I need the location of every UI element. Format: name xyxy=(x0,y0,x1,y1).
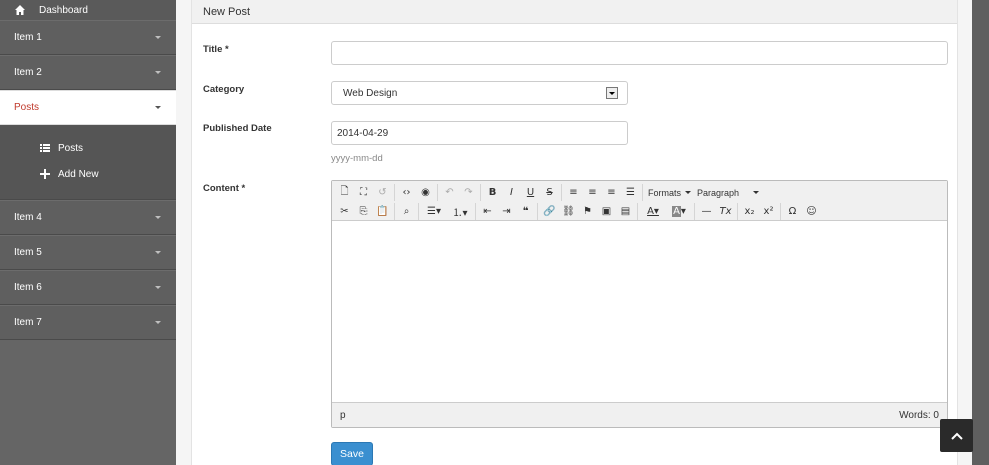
copy-icon[interactable]: ⎘ xyxy=(354,203,373,220)
sidebar-background xyxy=(0,340,176,465)
preview-icon[interactable]: ◉ xyxy=(416,184,435,201)
sidebar-item-item-4[interactable]: Item 4 xyxy=(0,200,176,235)
new-document-icon[interactable]: 🗋 xyxy=(335,184,354,201)
anchor-icon[interactable]: ⚑ xyxy=(578,203,597,220)
submenu-item-posts[interactable]: Posts xyxy=(0,135,176,161)
image-icon[interactable]: ▣ xyxy=(597,203,616,220)
dropdown-arrow-icon[interactable] xyxy=(606,87,618,99)
chevron-down-icon xyxy=(155,251,161,254)
unlink-icon[interactable]: ⛓ xyxy=(559,203,578,220)
back-to-top-button[interactable] xyxy=(940,419,973,452)
chevron-down-icon xyxy=(753,191,760,194)
chevron-up-icon xyxy=(950,432,963,440)
paragraph-label: Paragraph xyxy=(697,187,740,198)
category-select[interactable]: Web Design xyxy=(331,81,628,105)
plus-icon xyxy=(40,169,50,179)
background-color-icon[interactable]: A ▾ xyxy=(666,203,692,220)
editor-content-area[interactable] xyxy=(332,221,947,401)
sidebar-item-label: Posts xyxy=(14,102,40,113)
element-path[interactable]: p xyxy=(340,410,346,421)
chevron-down-icon xyxy=(155,321,161,324)
sidebar-item-posts[interactable]: Posts xyxy=(0,90,176,125)
posts-submenu: Posts Add New xyxy=(0,125,176,200)
fullscreen-icon[interactable]: ⛶ xyxy=(354,184,373,201)
published-date-label: Published Date xyxy=(203,123,272,134)
strikethrough-icon[interactable]: S xyxy=(540,184,559,201)
source-code-icon[interactable]: ‹› xyxy=(397,184,416,201)
paste-icon[interactable]: 📋 xyxy=(373,203,392,220)
panel-header: New Post xyxy=(192,0,957,24)
undo-icon[interactable]: ↶ xyxy=(440,184,459,201)
restore-draft-icon[interactable]: ↺ xyxy=(373,184,392,201)
editor-statusbar: p Words: 0 xyxy=(332,402,947,427)
category-selected-value: Web Design xyxy=(343,87,398,99)
sidebar-item-item-5[interactable]: Item 5 xyxy=(0,235,176,270)
published-date-input[interactable]: 2014-04-29 xyxy=(331,121,628,145)
submenu-item-label: Add New xyxy=(58,168,99,180)
sidebar-item-label: Item 6 xyxy=(14,282,42,293)
bullet-list-icon[interactable]: ☰▾ xyxy=(421,203,447,220)
word-count: Words: 0 xyxy=(899,409,939,421)
chevron-down-icon xyxy=(685,191,692,194)
category-label: Category xyxy=(203,84,245,95)
clear-formatting-icon[interactable]: Tx xyxy=(716,203,735,220)
home-icon xyxy=(15,5,25,15)
bold-icon[interactable]: B xyxy=(483,184,502,201)
cut-icon[interactable]: ✂ xyxy=(335,203,354,220)
panel-title: New Post xyxy=(203,5,251,18)
italic-icon[interactable]: I xyxy=(502,184,521,201)
sidebar-item-dashboard[interactable]: Dashboard xyxy=(0,0,176,20)
find-replace-icon[interactable]: ⌕ xyxy=(397,203,416,220)
sidebar-item-item-1[interactable]: Item 1 xyxy=(0,20,176,55)
chevron-down-icon xyxy=(155,216,161,219)
align-center-icon[interactable]: ≡ xyxy=(583,184,602,201)
new-post-panel: New Post Title * Category Web Design Pub… xyxy=(191,0,958,465)
page-scroll-gutter xyxy=(972,0,989,465)
sidebar-item-label: Item 1 xyxy=(14,32,42,43)
numbered-list-icon[interactable]: ⒈▾ xyxy=(447,203,473,220)
list-icon xyxy=(40,143,50,153)
sidebar-item-label: Item 2 xyxy=(14,67,42,78)
special-character-icon[interactable]: Ω xyxy=(783,203,802,220)
sidebar-item-item-7[interactable]: Item 7 xyxy=(0,305,176,340)
sidebar-item-label: Item 5 xyxy=(14,247,42,258)
sidebar-item-item-2[interactable]: Item 2 xyxy=(0,55,176,90)
align-left-icon[interactable]: ≡ xyxy=(564,184,583,201)
sidebar: Dashboard Item 1 Item 2 Posts Posts Add … xyxy=(0,0,176,465)
blockquote-icon[interactable]: ❝ xyxy=(516,203,535,220)
save-button[interactable]: Save xyxy=(331,442,373,465)
sidebar-item-item-6[interactable]: Item 6 xyxy=(0,270,176,305)
title-label: Title * xyxy=(203,44,229,55)
chevron-down-icon xyxy=(155,71,161,74)
title-input[interactable] xyxy=(331,41,948,65)
editor-toolbar: 🗋 ⛶ ↺ ‹› ◉ ↶ ↷ B I U S ≡ ≡ ≡ ☰ Formats P… xyxy=(332,181,947,221)
sidebar-item-label: Dashboard xyxy=(39,4,88,16)
formats-label: Formats xyxy=(648,187,682,198)
formats-dropdown[interactable]: Formats xyxy=(645,184,694,201)
subscript-icon[interactable]: x₂ xyxy=(740,203,759,220)
redo-icon[interactable]: ↷ xyxy=(459,184,478,201)
submenu-item-add-new[interactable]: Add New xyxy=(0,161,176,187)
underline-icon[interactable]: U xyxy=(521,184,540,201)
superscript-icon[interactable]: x² xyxy=(759,203,778,220)
sidebar-item-label: Item 4 xyxy=(14,212,42,223)
align-justify-icon[interactable]: ☰ xyxy=(621,184,640,201)
content-label: Content * xyxy=(203,183,246,194)
emoticon-icon[interactable]: ☺ xyxy=(802,203,821,220)
chevron-down-icon xyxy=(155,36,161,39)
media-icon[interactable]: ▤ xyxy=(616,203,635,220)
sidebar-item-label: Item 7 xyxy=(14,317,42,328)
outdent-icon[interactable]: ⇤ xyxy=(478,203,497,220)
paragraph-dropdown[interactable]: Paragraph xyxy=(694,184,762,201)
rich-text-editor: 🗋 ⛶ ↺ ‹› ◉ ↶ ↷ B I U S ≡ ≡ ≡ ☰ Formats P… xyxy=(331,180,948,428)
indent-icon[interactable]: ⇥ xyxy=(497,203,516,220)
horizontal-rule-icon[interactable]: — xyxy=(697,203,716,220)
link-icon[interactable]: 🔗 xyxy=(540,203,559,220)
date-format-hint: yyyy-mm-dd xyxy=(331,153,383,164)
chevron-down-icon xyxy=(155,286,161,289)
text-color-icon[interactable]: A▾ xyxy=(640,203,666,220)
submenu-item-label: Posts xyxy=(58,142,84,154)
align-right-icon[interactable]: ≡ xyxy=(602,184,621,201)
chevron-down-icon xyxy=(155,106,161,109)
